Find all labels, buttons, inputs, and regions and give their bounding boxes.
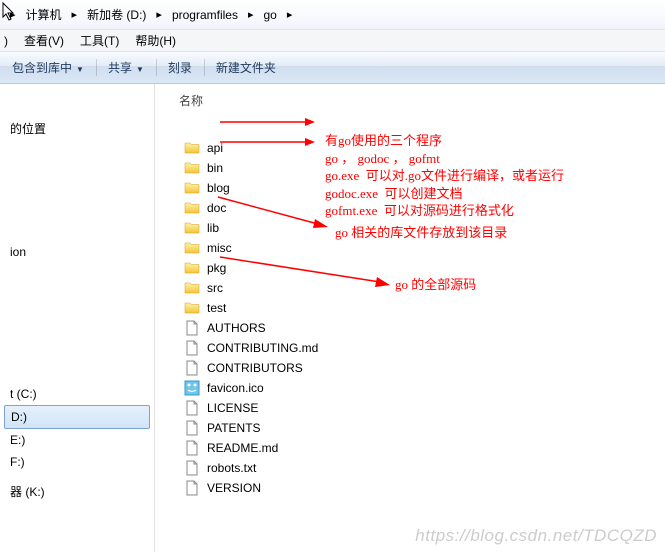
- file-name: PATENTS: [207, 421, 261, 435]
- menu-truncated[interactable]: ): [0, 32, 16, 50]
- folder-icon: [183, 260, 201, 276]
- menu-view[interactable]: 查看(V): [16, 30, 72, 51]
- folder-row[interactable]: lib: [179, 218, 665, 238]
- folder-icon: [183, 300, 201, 316]
- file-icon: [183, 480, 201, 496]
- breadcrumb: ▸ 计算机 ▸ 新加卷 (D:) ▸ programfiles ▸ go ▸: [0, 0, 665, 30]
- folder-row[interactable]: doc: [179, 198, 665, 218]
- toolbar-burn[interactable]: 刻录: [156, 55, 204, 80]
- file-name: blog: [207, 181, 230, 195]
- sidebar-item-drive-e[interactable]: E:): [0, 429, 154, 451]
- image-icon: [183, 380, 201, 396]
- file-name: CONTRIBUTING.md: [207, 341, 318, 355]
- breadcrumb-separator: ▸: [66, 8, 84, 21]
- folder-row[interactable]: src: [179, 278, 665, 298]
- file-name: doc: [207, 201, 226, 215]
- file-name: api: [207, 141, 223, 155]
- file-row[interactable]: CONTRIBUTING.md: [179, 338, 665, 358]
- file-name: README.md: [207, 441, 278, 455]
- sidebar-item[interactable]: 的位置: [0, 116, 154, 141]
- file-row[interactable]: LICENSE: [179, 398, 665, 418]
- folder-row[interactable]: bin: [179, 158, 665, 178]
- folder-icon: [183, 140, 201, 156]
- file-name: bin: [207, 161, 223, 175]
- file-name: pkg: [207, 261, 226, 275]
- toolbar-share[interactable]: 共享▼: [96, 55, 156, 80]
- breadcrumb-separator: ▸: [281, 8, 299, 21]
- folder-row[interactable]: api: [179, 138, 665, 158]
- file-row[interactable]: robots.txt: [179, 458, 665, 478]
- file-name: robots.txt: [207, 461, 256, 475]
- file-row[interactable]: PATENTS: [179, 418, 665, 438]
- sidebar-item-drive-f[interactable]: F:): [0, 451, 154, 473]
- breadcrumb-drive-d[interactable]: 新加卷 (D:): [83, 6, 150, 23]
- breadcrumb-computer[interactable]: 计算机: [22, 6, 66, 23]
- column-header-name[interactable]: 名称: [179, 92, 665, 118]
- file-icon: [183, 400, 201, 416]
- sidebar-item-drive-k[interactable]: 器 (K:): [0, 479, 154, 504]
- sidebar-item-drive-d[interactable]: D:): [4, 405, 150, 429]
- file-name: LICENSE: [207, 401, 258, 415]
- file-icon: [183, 340, 201, 356]
- folder-icon: [183, 240, 201, 256]
- folder-row[interactable]: blog: [179, 178, 665, 198]
- file-row[interactable]: AUTHORS: [179, 318, 665, 338]
- breadcrumb-programfiles[interactable]: programfiles: [168, 8, 242, 22]
- file-row[interactable]: CONTRIBUTORS: [179, 358, 665, 378]
- navigation-pane: 的位置 ion t (C:) D:) E:) F:) 器 (K:): [0, 84, 155, 552]
- folder-row[interactable]: test: [179, 298, 665, 318]
- menu-help[interactable]: 帮助(H): [127, 30, 184, 51]
- file-icon: [183, 460, 201, 476]
- toolbar-new-folder[interactable]: 新建文件夹: [204, 55, 288, 80]
- toolbar: 包含到库中▼ 共享▼ 刻录 新建文件夹: [0, 52, 665, 84]
- file-name: test: [207, 301, 226, 315]
- breadcrumb-separator: ▸: [242, 8, 260, 21]
- file-row[interactable]: favicon.ico: [179, 378, 665, 398]
- file-name: CONTRIBUTORS: [207, 361, 303, 375]
- folder-icon: [183, 160, 201, 176]
- breadcrumb-separator: ▸: [150, 8, 168, 21]
- breadcrumb-go[interactable]: go: [260, 8, 281, 22]
- folder-icon: [183, 180, 201, 196]
- file-name: misc: [207, 241, 232, 255]
- file-icon: [183, 360, 201, 376]
- folder-icon: [183, 200, 201, 216]
- folder-icon: [183, 280, 201, 296]
- file-name: AUTHORS: [207, 321, 266, 335]
- file-name: VERSION: [207, 481, 261, 495]
- folder-row[interactable]: pkg: [179, 258, 665, 278]
- file-icon: [183, 420, 201, 436]
- sidebar-item-drive-c[interactable]: t (C:): [0, 383, 154, 405]
- file-name: lib: [207, 221, 219, 235]
- folder-icon: [183, 220, 201, 236]
- file-row[interactable]: README.md: [179, 438, 665, 458]
- file-list-pane: 名称 api bin blog doc lib misc pkg src test AUTHORS…: [155, 84, 665, 552]
- file-icon: [183, 320, 201, 336]
- file-name: src: [207, 281, 223, 295]
- folder-row[interactable]: misc: [179, 238, 665, 258]
- breadcrumb-separator: ▸: [4, 8, 22, 21]
- sidebar-item[interactable]: ion: [0, 241, 154, 263]
- file-name: favicon.ico: [207, 381, 264, 395]
- menu-bar: ) 查看(V) 工具(T) 帮助(H): [0, 30, 665, 52]
- toolbar-include-library[interactable]: 包含到库中▼: [0, 55, 96, 80]
- menu-tools[interactable]: 工具(T): [72, 30, 127, 51]
- file-row[interactable]: VERSION: [179, 478, 665, 498]
- file-icon: [183, 440, 201, 456]
